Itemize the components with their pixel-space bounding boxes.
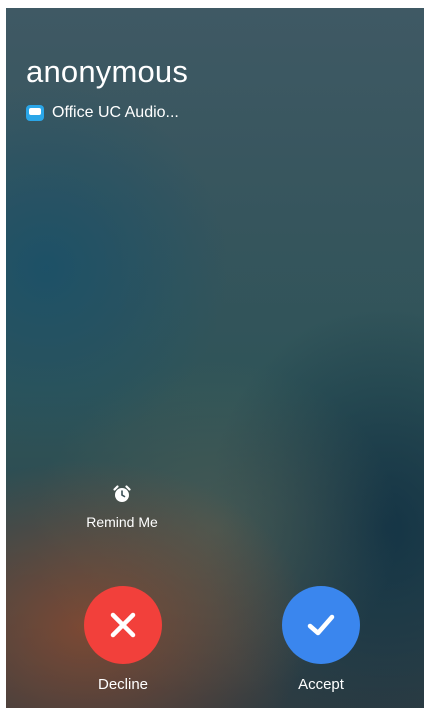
caller-name: anonymous (26, 54, 189, 89)
decline-label: Decline (97, 676, 149, 693)
decline-circle[interactable] (84, 586, 162, 664)
accept-label: Accept (298, 676, 344, 693)
decline-button[interactable]: Decline (78, 586, 168, 693)
checkmark-icon (307, 614, 335, 636)
x-icon (110, 612, 136, 638)
call-source: Office UC Audio... (26, 104, 179, 122)
remind-me-button[interactable]: Remind Me (72, 484, 172, 530)
call-source-label: Office UC Audio... (52, 104, 179, 121)
accept-circle[interactable] (282, 586, 360, 664)
alarm-clock-icon (113, 485, 131, 502)
office-uc-app-icon (26, 105, 44, 121)
incoming-call-screen: anonymous Office UC Audio... Remind Me D… (6, 8, 424, 708)
accept-button[interactable]: Accept (276, 586, 366, 693)
remind-me-label: Remind Me (86, 514, 158, 530)
